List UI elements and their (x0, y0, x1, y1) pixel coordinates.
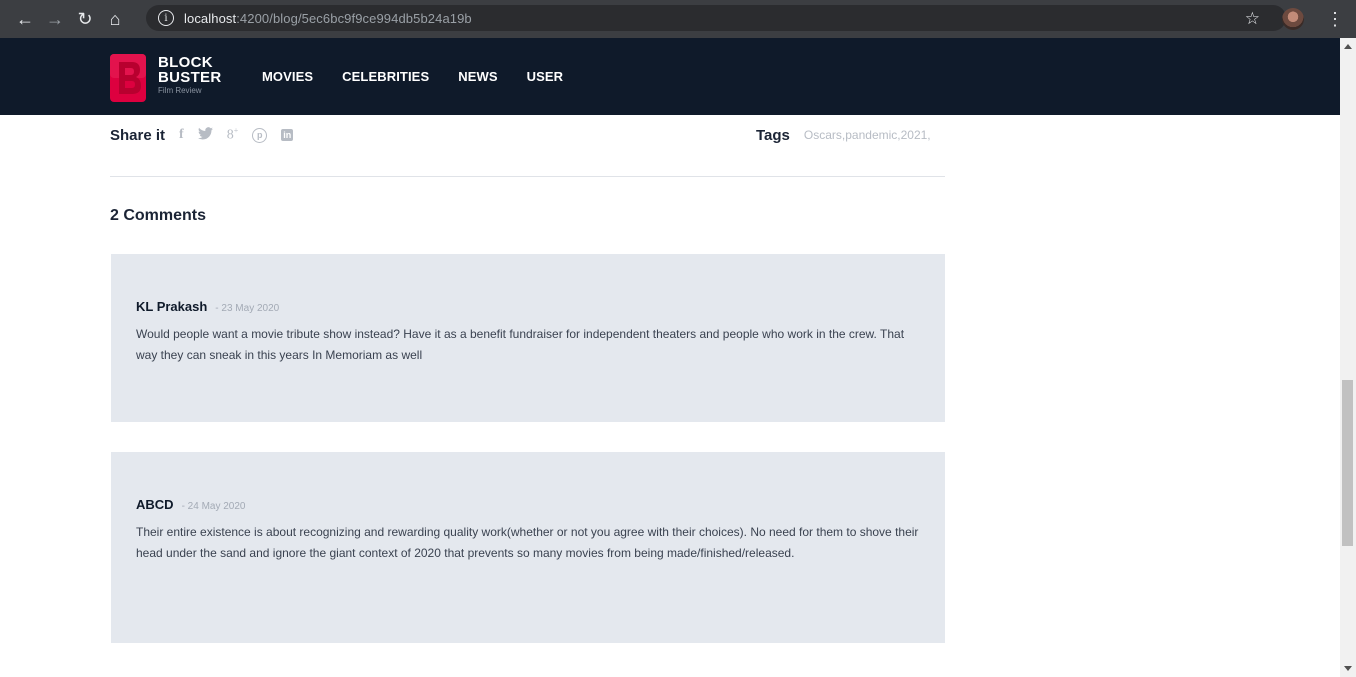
twitter-icon[interactable] (197, 127, 213, 143)
url-host: localhost (184, 10, 237, 26)
logo-tagline: Film Review (158, 86, 202, 95)
profile-avatar[interactable] (1282, 8, 1304, 30)
pinterest-icon[interactable]: p (252, 127, 268, 143)
blockbuster-logo-icon[interactable]: B (110, 54, 146, 102)
facebook-icon[interactable]: f (179, 127, 184, 143)
scroll-down-arrow-icon[interactable] (1344, 666, 1352, 671)
section-divider (110, 176, 945, 177)
comment-body: Their entire existence is about recogniz… (136, 525, 919, 560)
site-info-icon[interactable]: i (158, 10, 174, 26)
address-bar[interactable]: i localhost:4200/blog/5ec6bc9f9ce994db5b… (146, 5, 1286, 31)
logo-line-1: BLOCK (158, 54, 213, 71)
share-bar: Share it f 8+ p in (110, 123, 307, 147)
bookmark-star-icon[interactable]: ☆ (1245, 9, 1260, 29)
comment-date: - 23 May 2020 (215, 303, 280, 314)
tags-label: Tags (756, 126, 790, 144)
comment-author[interactable]: KL Prakash (136, 299, 207, 314)
site-header: B BLOCK BUSTER Film Review MOVIES CELEBR… (0, 38, 1340, 115)
nav-news[interactable]: NEWS (458, 69, 497, 84)
tags-bar: Tags Oscars,pandemic,2021, (756, 123, 931, 147)
tags-list[interactable]: Oscars,pandemic,2021, (804, 128, 931, 142)
reload-icon[interactable]: ↻ (74, 8, 96, 30)
forward-arrow-icon[interactable]: → (44, 8, 66, 30)
scroll-up-arrow-icon[interactable] (1344, 44, 1352, 49)
linkedin-icon[interactable]: in (281, 129, 294, 141)
nav-user[interactable]: USER (527, 69, 564, 84)
comment-author[interactable]: ABCD (136, 497, 174, 512)
browser-menu-icon[interactable]: ⋮ (1326, 10, 1344, 28)
page-scrollbar[interactable] (1340, 38, 1356, 677)
nav-celebrities[interactable]: CELEBRITIES (342, 69, 429, 84)
share-label: Share it (110, 126, 166, 144)
comment-body: Would people want a movie tribute show i… (136, 327, 905, 362)
comments-count-heading: 2 Comments (110, 207, 207, 224)
comment-item: ABCD - 24 May 2020 Their entire existenc… (111, 452, 945, 643)
address-url[interactable]: localhost:4200/blog/5ec6bc9f9ce994db5b24… (184, 11, 472, 26)
scrollbar-thumb[interactable] (1342, 380, 1353, 546)
logo-line-2: BUSTER (158, 69, 222, 86)
url-path: :4200/blog/5ec6bc9f9ce994db5b24a19b (236, 10, 472, 26)
comment-date: - 24 May 2020 (181, 501, 246, 512)
main-nav: MOVIES CELEBRITIES NEWS USER (262, 38, 592, 115)
comment-item: KL Prakash - 23 May 2020 Would people wa… (111, 254, 945, 422)
back-arrow-icon[interactable]: ← (14, 8, 36, 30)
google-plus-icon[interactable]: 8+ (227, 126, 239, 144)
nav-movies[interactable]: MOVIES (262, 69, 313, 84)
home-icon[interactable]: ⌂ (104, 8, 126, 30)
logo-wordmark[interactable]: BLOCK BUSTER Film Review (158, 55, 221, 95)
browser-toolbar: ← → ↻ ⌂ i localhost:4200/blog/5ec6bc9f9c… (0, 0, 1356, 38)
